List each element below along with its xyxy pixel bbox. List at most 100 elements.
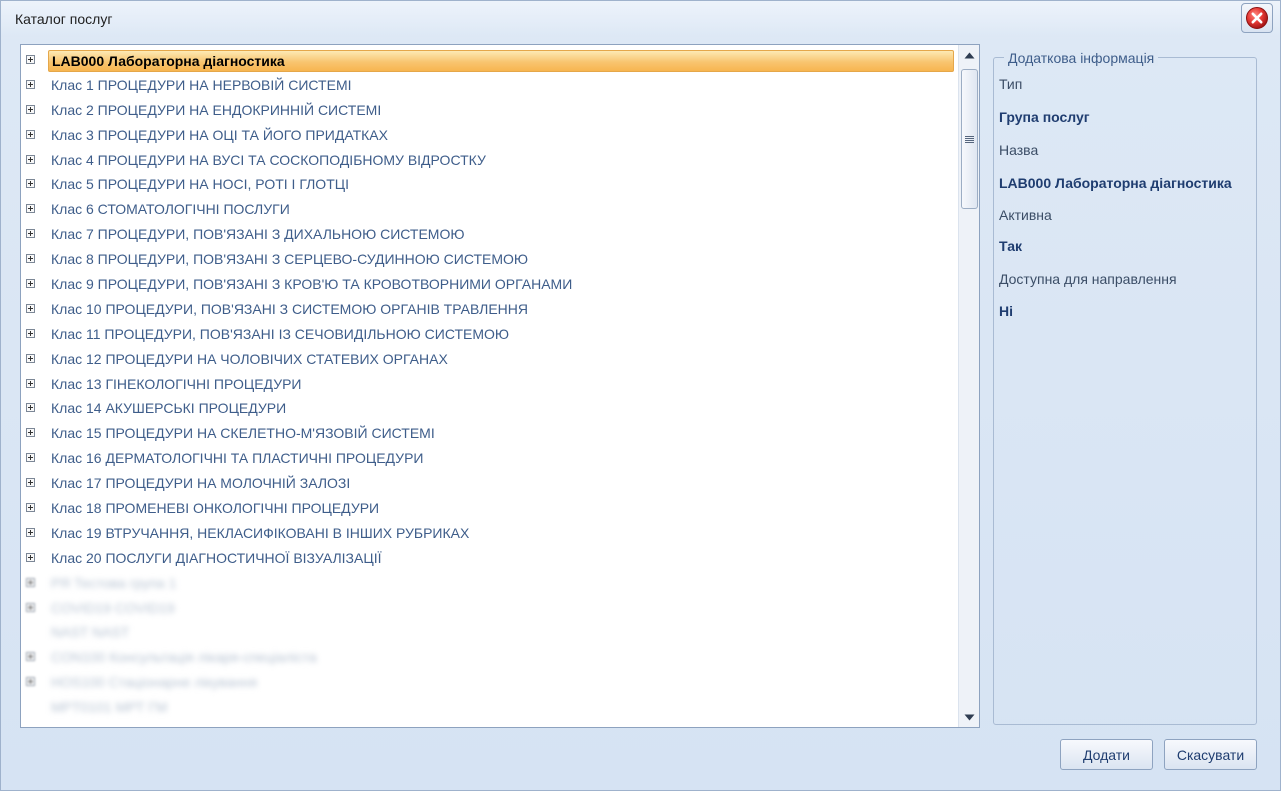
tree-row[interactable]: Клас 16 ДЕРМАТОЛОГІЧНІ ТА ПЛАСТИЧНІ ПРОЦ… bbox=[21, 446, 957, 471]
plus-box-icon[interactable] bbox=[26, 129, 35, 139]
tree-row[interactable]: Клас 2 ПРОЦЕДУРИ НА ЕНДОКРИННІЙ СИСТЕМІ bbox=[21, 98, 957, 123]
tree-row-label: Клас 20 ПОСЛУГИ ДІАГНОСТИЧНОЇ ВІЗУАЛІЗАЦ… bbox=[51, 549, 382, 566]
name-label: Назва bbox=[999, 142, 1039, 158]
tree-row[interactable]: Клас 20 ПОСЛУГИ ДІАГНОСТИЧНОЇ ВІЗУАЛІЗАЦ… bbox=[21, 546, 957, 571]
tree-row[interactable]: Клас 14 АКУШЕРСЬКІ ПРОЦЕДУРИ bbox=[21, 396, 957, 421]
plus-box-icon[interactable] bbox=[26, 503, 35, 513]
plus-box-icon[interactable] bbox=[26, 527, 35, 537]
scroll-thumb[interactable] bbox=[961, 69, 978, 209]
tree-row-label: Клас 18 ПРОМЕНЕВІ ОНКОЛОГІЧНІ ПРОЦЕДУРИ bbox=[51, 500, 380, 517]
tree-row-label: Клас 17 ПРОЦЕДУРИ НА МОЛОЧНІЙ ЗАЛОЗІ bbox=[51, 475, 351, 492]
tree-row-label: Клас 12 ПРОЦЕДУРИ НА ЧОЛОВІЧИХ СТАТЕВИХ … bbox=[51, 350, 448, 367]
tree-row-label: Клас 10 ПРОЦЕДУРИ, ПОВ'ЯЗАНІ З СИСТЕМОЮ … bbox=[51, 300, 529, 317]
tree-row[interactable]: NAST NAST bbox=[21, 620, 957, 645]
plus-box-icon[interactable] bbox=[26, 478, 35, 488]
tree-row[interactable]: РЯ Тестова група 1 bbox=[21, 571, 957, 596]
vertical-scrollbar[interactable] bbox=[958, 45, 979, 727]
tree-row[interactable]: Клас 1 ПРОЦЕДУРИ НА НЕРВОВІЙ СИСТЕМІ bbox=[21, 73, 957, 98]
tree-row-label: Клас 19 ВТРУЧАННЯ, НЕКЛАСИФІКОВАНІ В ІНШ… bbox=[51, 524, 470, 541]
plus-box-icon[interactable] bbox=[26, 677, 35, 687]
referral-label: Доступна для направлення bbox=[999, 271, 1177, 287]
arrow-down-icon bbox=[964, 714, 975, 720]
tree-row-label: Клас 1 ПРОЦЕДУРИ НА НЕРВОВІЙ СИСТЕМІ bbox=[51, 76, 352, 93]
tree-row-label: Клас 6 СТОМАТОЛОГІЧНІ ПОСЛУГИ bbox=[51, 201, 290, 218]
name-value: LAB000 Лабораторна діагностика bbox=[999, 175, 1232, 191]
tree-row-label: Клас 3 ПРОЦЕДУРИ НА ОЦІ ТА ЙОГО ПРИДАТКА… bbox=[51, 126, 388, 143]
tree-row-label: Клас 15 ПРОЦЕДУРИ НА СКЕЛЕТНО-М'ЯЗОВІЙ С… bbox=[51, 425, 435, 442]
tree-row-label: Клас 8 ПРОЦЕДУРИ, ПОВ'ЯЗАНІ З СЕРЦЕВО-СУ… bbox=[51, 251, 529, 268]
plus-box-icon[interactable] bbox=[26, 154, 35, 164]
tree-row-label: Клас 2 ПРОЦЕДУРИ НА ЕНДОКРИННІЙ СИСТЕМІ bbox=[51, 101, 382, 118]
tree-row[interactable]: Клас 15 ПРОЦЕДУРИ НА СКЕЛЕТНО-М'ЯЗОВІЙ С… bbox=[21, 421, 957, 446]
tree-row[interactable]: Клас 18 ПРОМЕНЕВІ ОНКОЛОГІЧНІ ПРОЦЕДУРИ bbox=[21, 496, 957, 521]
tree-row[interactable]: Клас 5 ПРОЦЕДУРИ НА НОСІ, РОТІ І ГЛОТЦІ bbox=[21, 172, 957, 197]
grip-icon bbox=[965, 135, 974, 143]
plus-box-icon[interactable] bbox=[26, 229, 35, 239]
plus-box-icon[interactable] bbox=[26, 403, 35, 413]
plus-box-icon[interactable] bbox=[26, 254, 35, 264]
tree-row[interactable]: LAB000 Лабораторна діагностика bbox=[21, 48, 957, 73]
plus-box-icon[interactable] bbox=[26, 552, 35, 562]
scroll-down-button[interactable] bbox=[959, 707, 979, 727]
title-bar: Каталог послуг bbox=[1, 1, 1280, 37]
plus-box-icon[interactable] bbox=[26, 328, 35, 338]
arrow-up-icon bbox=[964, 52, 975, 58]
tree-row-label: HOS100 Стаціонарне лікування bbox=[51, 674, 258, 691]
type-value: Група послуг bbox=[999, 109, 1090, 125]
tree-row[interactable]: Клас 19 ВТРУЧАННЯ, НЕКЛАСИФІКОВАНІ В ІНШ… bbox=[21, 521, 957, 546]
tree-row-label: Клас 5 ПРОЦЕДУРИ НА НОСІ, РОТІ І ГЛОТЦІ bbox=[51, 176, 349, 193]
tree-row-label: Клас 7 ПРОЦЕДУРИ, ПОВ'ЯЗАНІ З ДИХАЛЬНОЮ … bbox=[51, 226, 465, 243]
scroll-up-button[interactable] bbox=[959, 45, 979, 65]
tree-row-label: NAST NAST bbox=[51, 624, 130, 641]
referral-value: Ні bbox=[999, 303, 1013, 319]
tree-row[interactable]: COVID19 COVID19 bbox=[21, 596, 957, 621]
tree-row[interactable]: Клас 17 ПРОЦЕДУРИ НА МОЛОЧНІЙ ЗАЛОЗІ bbox=[21, 471, 957, 496]
tree-row-label: Клас 9 ПРОЦЕДУРИ, ПОВ'ЯЗАНІ З КРОВ'Ю ТА … bbox=[51, 276, 573, 293]
plus-box-icon[interactable] bbox=[26, 179, 35, 189]
tree-row-label: COVID19 COVID19 bbox=[51, 599, 175, 616]
plus-box-icon[interactable] bbox=[26, 652, 35, 662]
plus-box-icon[interactable] bbox=[26, 104, 35, 114]
services-tree[interactable]: LAB000 Лабораторна діагностика Клас 1 ПРО… bbox=[20, 44, 980, 728]
tree-row[interactable]: Клас 10 ПРОЦЕДУРИ, ПОВ'ЯЗАНІ З СИСТЕМОЮ … bbox=[21, 297, 957, 322]
window-title: Каталог послуг bbox=[15, 11, 113, 27]
tree-row[interactable]: Клас 11 ПРОЦЕДУРИ, ПОВ'ЯЗАНІ ІЗ СЕЧОВИДІ… bbox=[21, 322, 957, 347]
tree-row[interactable]: Клас 12 ПРОЦЕДУРИ НА ЧОЛОВІЧИХ СТАТЕВИХ … bbox=[21, 347, 957, 372]
plus-box-icon[interactable] bbox=[26, 577, 35, 587]
plus-box-icon[interactable] bbox=[26, 428, 35, 438]
cancel-button[interactable]: Скасувати bbox=[1164, 739, 1257, 770]
tree-row-label: LAB000 Лабораторна діагностика bbox=[48, 50, 954, 72]
additional-info-legend: Додаткова інформація bbox=[1004, 50, 1159, 66]
close-button[interactable] bbox=[1241, 3, 1273, 33]
tree-row-label: Клас 14 АКУШЕРСЬКІ ПРОЦЕДУРИ bbox=[51, 400, 287, 417]
plus-box-icon[interactable] bbox=[26, 204, 35, 214]
plus-box-icon[interactable] bbox=[26, 353, 35, 363]
tree-row[interactable]: Клас 7 ПРОЦЕДУРИ, ПОВ'ЯЗАНІ З ДИХАЛЬНОЮ … bbox=[21, 222, 957, 247]
plus-box-icon[interactable] bbox=[26, 378, 35, 388]
plus-box-icon[interactable] bbox=[26, 303, 35, 313]
tree-row[interactable]: Клас 9 ПРОЦЕДУРИ, ПОВ'ЯЗАНІ З КРОВ'Ю ТА … bbox=[21, 272, 957, 297]
tree-row[interactable]: MPT0101 МРТ ГМ bbox=[21, 695, 957, 720]
tree-row[interactable]: Клас 13 ГІНЕКОЛОГІЧНІ ПРОЦЕДУРИ bbox=[21, 372, 957, 397]
tree-row[interactable]: Клас 3 ПРОЦЕДУРИ НА ОЦІ ТА ЙОГО ПРИДАТКА… bbox=[21, 123, 957, 148]
tree-row-label: Клас 4 ПРОЦЕДУРИ НА ВУСІ ТА СОСКОПОДІБНО… bbox=[51, 151, 486, 168]
tree-list: LAB000 Лабораторна діагностика Клас 1 ПРО… bbox=[21, 48, 957, 720]
plus-box-icon[interactable] bbox=[26, 55, 35, 64]
tree-row[interactable]: Клас 8 ПРОЦЕДУРИ, ПОВ'ЯЗАНІ З СЕРЦЕВО-СУ… bbox=[21, 247, 957, 272]
plus-box-icon[interactable] bbox=[26, 602, 35, 612]
tree-row[interactable]: Клас 6 СТОМАТОЛОГІЧНІ ПОСЛУГИ bbox=[21, 197, 957, 222]
tree-row[interactable]: Клас 4 ПРОЦЕДУРИ НА ВУСІ ТА СОСКОПОДІБНО… bbox=[21, 148, 957, 173]
add-button[interactable]: Додати bbox=[1060, 739, 1153, 770]
plus-box-icon[interactable] bbox=[26, 453, 35, 463]
tree-row-label: Клас 11 ПРОЦЕДУРИ, ПОВ'ЯЗАНІ ІЗ СЕЧОВИДІ… bbox=[51, 325, 510, 342]
plus-box-icon[interactable] bbox=[26, 79, 35, 89]
tree-row[interactable]: CON100 Консультація лікаря-спеціаліста bbox=[21, 645, 957, 670]
close-icon bbox=[1246, 7, 1268, 29]
active-value: Так bbox=[999, 238, 1022, 254]
tree-row-label: Клас 13 ГІНЕКОЛОГІЧНІ ПРОЦЕДУРИ bbox=[51, 375, 302, 392]
tree-row-label: Клас 16 ДЕРМАТОЛОГІЧНІ ТА ПЛАСТИЧНІ ПРОЦ… bbox=[51, 450, 424, 467]
tree-row[interactable]: HOS100 Стаціонарне лікування bbox=[21, 670, 957, 695]
plus-box-icon[interactable] bbox=[26, 279, 35, 289]
tree-row-label: CON100 Консультація лікаря-спеціаліста bbox=[51, 649, 317, 666]
tree-row-label: MPT0101 МРТ ГМ bbox=[51, 699, 168, 716]
